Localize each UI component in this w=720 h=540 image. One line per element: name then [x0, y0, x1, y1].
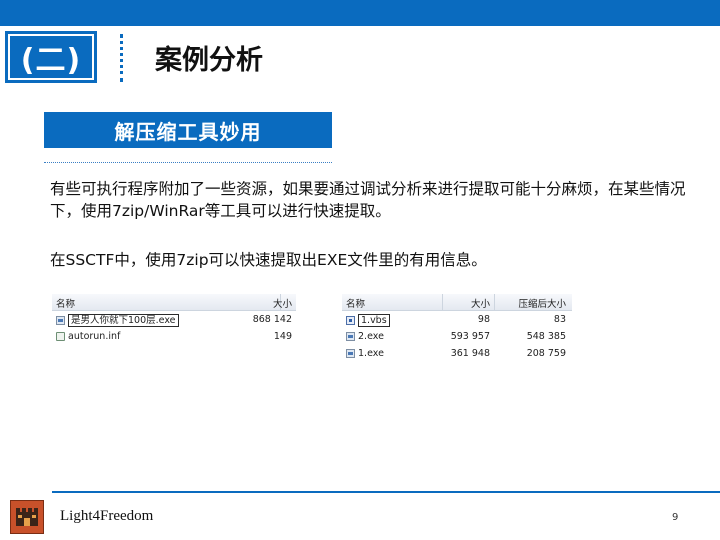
file-name: 2.exe	[358, 331, 384, 342]
file-size: 98	[477, 314, 490, 325]
exe-file-icon	[346, 332, 355, 341]
file-name: 是男人你就下100层.exe	[68, 314, 179, 327]
footer-rule	[52, 491, 720, 493]
file-name: autorun.inf	[68, 331, 121, 342]
file-row[interactable]: autorun.inf 149	[52, 328, 296, 345]
file-name: 1.vbs	[358, 314, 390, 327]
file-size: 361 948	[450, 348, 490, 359]
exe-file-icon	[56, 316, 65, 325]
exe-file-icon	[346, 349, 355, 358]
file-packed-size: 548 385	[526, 331, 566, 342]
file-row[interactable]: 1.vbs 98 83	[342, 311, 572, 328]
column-packed-size: 压缩后大小	[518, 299, 566, 310]
file-size: 593 957	[450, 331, 490, 342]
column-name: 名称	[346, 299, 366, 310]
column-name: 名称	[56, 299, 76, 310]
section-number: (二)	[8, 34, 94, 80]
top-accent-bar	[0, 0, 720, 26]
column-header: 名称 大小	[52, 294, 296, 311]
inf-file-icon	[56, 332, 65, 341]
castle-logo-icon	[16, 508, 38, 526]
file-row[interactable]: 是男人你就下100层.exe 868 142	[52, 311, 296, 328]
subsection-underline	[44, 162, 332, 163]
file-name: 1.exe	[358, 348, 384, 359]
column-size: 大小	[272, 299, 292, 310]
subsection-banner: 解压缩工具妙用	[44, 112, 332, 148]
file-packed-size: 208 759	[526, 348, 566, 359]
file-size: 149	[273, 331, 292, 342]
file-size: 868 142	[252, 314, 292, 325]
body-paragraph-2: 在SSCTF中，使用7zip可以快速提取出EXE文件里的有用信息。	[50, 251, 487, 269]
title-divider	[120, 34, 123, 82]
section-number-box: (二)	[5, 31, 97, 83]
page-title: 案例分析	[155, 45, 263, 76]
column-header: 名称 大小 压缩后大小	[342, 294, 572, 311]
file-row[interactable]: 2.exe 593 957 548 385	[342, 328, 572, 345]
footer-brand: Light4Freedom	[60, 508, 154, 524]
logo-icon	[10, 500, 44, 534]
explorer-screenshot-left: 名称 大小 是男人你就下100层.exe 868 142 autorun.inf…	[52, 294, 296, 346]
page-number: 9	[672, 512, 679, 523]
vbs-file-icon	[346, 316, 355, 325]
column-size: 大小	[470, 299, 490, 310]
body-paragraph-1: 有些可执行程序附加了一些资源，如果要通过调试分析来进行提取可能十分麻烦，在某些情…	[50, 180, 686, 220]
file-row[interactable]: 1.exe 361 948 208 759	[342, 345, 572, 362]
explorer-screenshot-right: 名称 大小 压缩后大小 1.vbs 98 83 2.exe 593 957 54…	[342, 294, 572, 362]
file-packed-size: 83	[553, 314, 566, 325]
